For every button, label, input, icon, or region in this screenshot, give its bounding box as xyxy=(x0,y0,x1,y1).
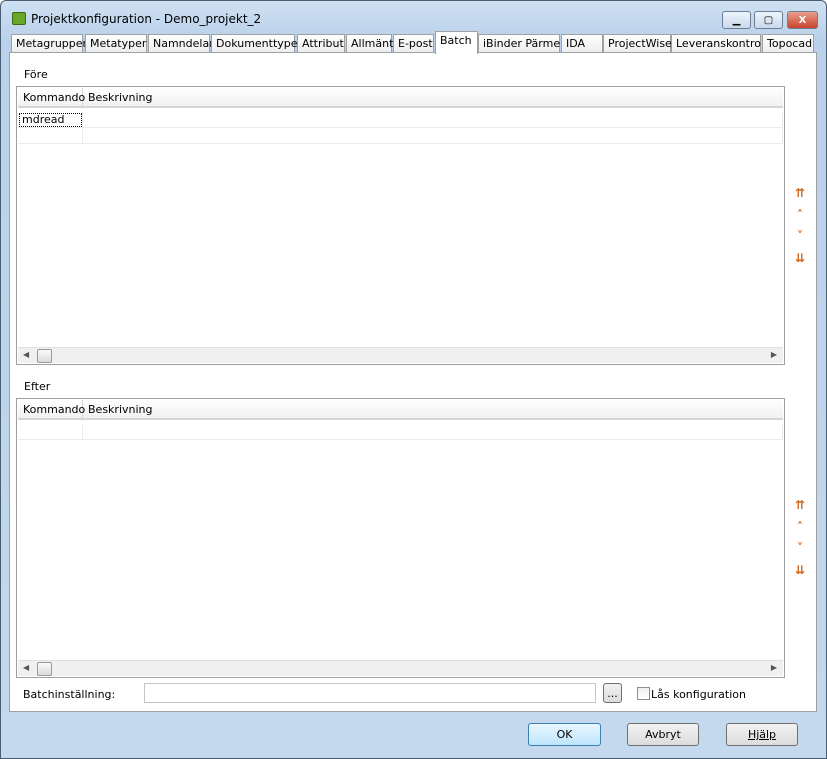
window-title: Projektkonfiguration - Demo_projekt_2 xyxy=(31,12,262,26)
ok-button[interactable]: OK xyxy=(528,723,601,746)
move-bottom-icon[interactable]: ⇊ xyxy=(793,251,807,265)
move-down-icon[interactable]: ˅ xyxy=(793,229,807,243)
move-down-icon[interactable]: ˅ xyxy=(793,541,807,555)
browse-button[interactable]: ... xyxy=(603,683,622,703)
column-header-kommando[interactable]: Kommando xyxy=(18,400,85,419)
beskrivning-cell[interactable] xyxy=(83,424,783,440)
scroll-thumb[interactable] xyxy=(37,662,52,676)
fore-grid[interactable]: Kommando Beskrivning mdread ◀ ▶ xyxy=(16,86,785,365)
tab-projectwise[interactable]: ProjectWise xyxy=(603,34,672,54)
tab-namndelar[interactable]: Namndelar xyxy=(148,34,214,54)
kommando-cell[interactable] xyxy=(18,128,83,144)
horizontal-scrollbar[interactable]: ◀ ▶ xyxy=(18,347,783,363)
help-button[interactable]: Hjälp xyxy=(726,723,798,746)
kommando-cell[interactable]: mdread xyxy=(18,112,83,128)
grid-header: Kommando Beskrivning xyxy=(18,88,783,108)
tab-topocad[interactable]: Topocad xyxy=(762,34,814,54)
scroll-thumb[interactable] xyxy=(37,349,52,363)
move-bottom-icon[interactable]: ⇊ xyxy=(793,563,807,577)
column-header-beskrivning[interactable]: Beskrivning xyxy=(83,400,783,419)
scroll-right-icon[interactable]: ▶ xyxy=(771,350,777,359)
tab-ibinder-parmen[interactable]: iBinder Pärmen xyxy=(478,34,567,54)
column-header-kommando[interactable]: Kommando xyxy=(18,88,85,107)
tab-metatyper[interactable]: Metatyper xyxy=(85,34,147,54)
tab-leveranskontroll[interactable]: Leveranskontroll xyxy=(671,34,767,54)
horizontal-scrollbar[interactable]: ◀ ▶ xyxy=(18,660,783,676)
move-top-icon[interactable]: ⇈ xyxy=(793,186,807,200)
cancel-button[interactable]: Avbryt xyxy=(627,723,699,746)
scroll-right-icon[interactable]: ▶ xyxy=(771,663,777,672)
tab-attribut[interactable]: Attribut xyxy=(297,34,345,54)
fore-label: Före xyxy=(24,68,48,81)
maximize-button[interactable]: ▢ xyxy=(754,11,783,29)
move-top-icon[interactable]: ⇈ xyxy=(793,498,807,512)
table-row[interactable] xyxy=(18,424,783,440)
move-up-icon[interactable]: ˄ xyxy=(793,520,807,534)
table-row[interactable] xyxy=(18,128,783,144)
tab-ida[interactable]: IDA xyxy=(561,34,603,54)
table-row[interactable]: mdread xyxy=(18,112,783,128)
lock-configuration-checkbox[interactable] xyxy=(637,687,650,700)
scroll-left-icon[interactable]: ◀ xyxy=(23,350,29,359)
tab-dokumenttyper[interactable]: Dokumenttyper xyxy=(211,34,302,54)
minimize-button[interactable]: ▁ xyxy=(722,11,751,29)
tab-batch[interactable]: Batch xyxy=(435,31,478,54)
beskrivning-cell[interactable] xyxy=(83,128,783,144)
batch-setting-label: Batchinställning: xyxy=(23,688,116,701)
move-up-icon[interactable]: ˄ xyxy=(793,208,807,222)
tab-e-post[interactable]: E-post xyxy=(393,34,434,54)
efter-grid[interactable]: Kommando Beskrivning ◀ ▶ xyxy=(16,398,785,678)
scroll-left-icon[interactable]: ◀ xyxy=(23,663,29,672)
column-header-beskrivning[interactable]: Beskrivning xyxy=(83,88,783,107)
grid-header: Kommando Beskrivning xyxy=(18,400,783,420)
batch-setting-input[interactable] xyxy=(144,683,596,703)
beskrivning-cell[interactable] xyxy=(83,112,783,128)
lock-configuration-label[interactable]: Lås konfiguration xyxy=(651,688,746,701)
efter-label: Efter xyxy=(24,380,51,393)
close-button[interactable]: X xyxy=(787,11,818,29)
tab-metagrupper[interactable]: Metagrupper xyxy=(11,34,87,54)
tab-allmant[interactable]: Allmänt xyxy=(346,34,393,54)
kommando-cell[interactable] xyxy=(18,424,83,440)
app-icon xyxy=(12,12,26,25)
